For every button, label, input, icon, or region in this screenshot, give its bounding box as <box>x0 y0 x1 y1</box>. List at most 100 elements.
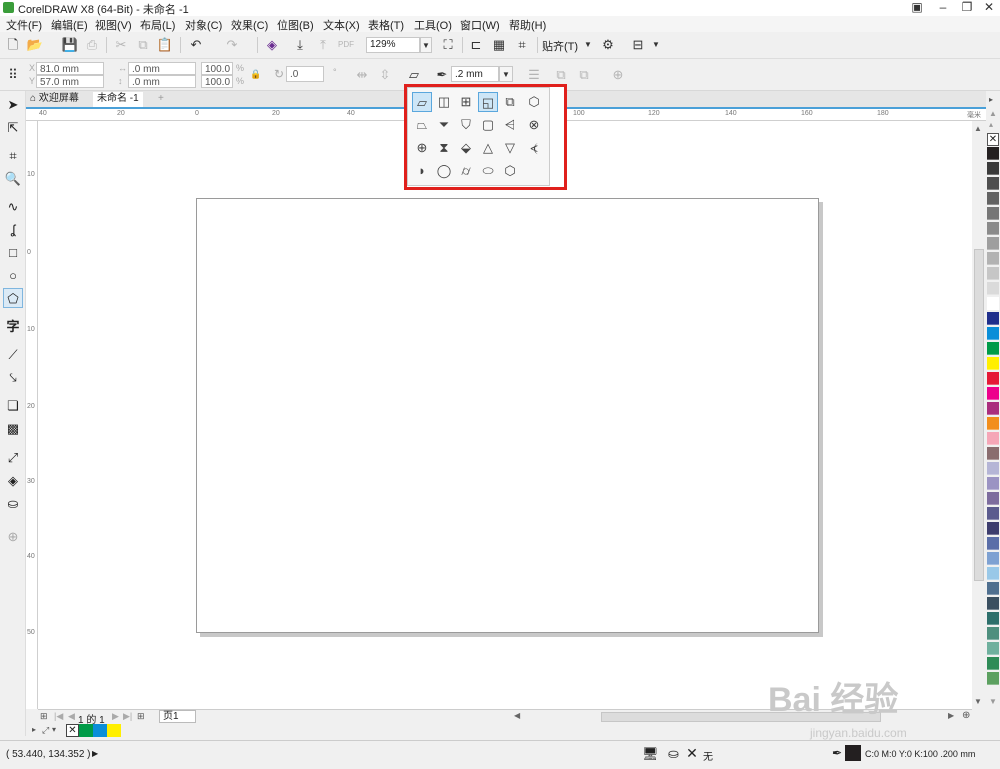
pick-tool-icon[interactable]: ➤ <box>3 95 23 115</box>
options-gear-icon[interactable]: ⚙ <box>598 35 618 55</box>
new-tab-plus-icon[interactable]: + <box>154 92 168 107</box>
color-swatch[interactable] <box>987 402 999 415</box>
first-page-icon[interactable]: |◀ <box>54 711 63 722</box>
freehand-tool-icon[interactable]: ∿ <box>3 197 23 217</box>
menu-file[interactable]: 文件(F) <box>4 17 44 33</box>
color-swatch[interactable] <box>987 477 999 490</box>
menu-effects[interactable]: 效果(C) <box>229 17 270 33</box>
application-launcher-icon[interactable]: ⊟ <box>628 35 648 55</box>
trapezoid-shape-icon[interactable]: ⏷ <box>434 115 454 135</box>
no-color-swatch-icon[interactable]: ✕ <box>66 724 79 737</box>
color-swatch[interactable] <box>987 372 999 385</box>
new-document-icon[interactable]: 🗋 <box>3 35 23 55</box>
color-swatch[interactable] <box>987 387 999 400</box>
palette-scroll-down-icon[interactable]: ▼ <box>989 697 997 706</box>
save-icon[interactable]: 💾 <box>60 35 80 55</box>
color-swatch[interactable] <box>987 267 999 280</box>
scroll-left-icon[interactable]: ◀ <box>514 711 520 720</box>
color-swatch[interactable] <box>987 447 999 460</box>
scale-y-field[interactable]: 100.0 <box>201 75 233 88</box>
document-color-swatch[interactable] <box>93 724 107 737</box>
vertical-scrollbar[interactable]: ▲ ▼ <box>972 121 986 709</box>
palette-scroll-right-icon[interactable]: ▸ <box>989 95 993 104</box>
menu-tools[interactable]: 工具(O) <box>412 17 454 33</box>
color-swatch[interactable] <box>987 657 999 670</box>
document-palette-menu-icon[interactable]: ▸ <box>32 725 36 734</box>
drop-shadow-tool-icon[interactable]: ❏ <box>3 396 23 416</box>
cut-icon[interactable]: ✂ <box>111 35 131 55</box>
color-swatch[interactable] <box>987 597 999 610</box>
shield-shape-icon[interactable]: ⛉ <box>456 115 476 135</box>
width-field[interactable]: .0 mm <box>128 62 196 75</box>
menu-help[interactable]: 帮助(H) <box>507 17 548 33</box>
artistic-media-tool-icon[interactable]: ʆ <box>3 220 23 240</box>
crop-tool-icon[interactable]: ⌗ <box>3 146 23 166</box>
color-swatch[interactable] <box>987 147 999 160</box>
teardrop-shape-icon[interactable]: ◯ <box>434 161 454 181</box>
color-swatch[interactable] <box>987 357 999 370</box>
restore-icon[interactable]: ❐ <box>956 0 978 16</box>
full-screen-icon[interactable]: ⛶ <box>438 35 458 55</box>
to-front-icon[interactable]: ⧉ <box>551 65 571 85</box>
add-page-before-icon[interactable]: ⊞ <box>40 711 48 722</box>
smart-fill-tool-icon[interactable]: ⛀ <box>3 494 23 514</box>
zoom-level-field[interactable]: 129% <box>366 37 420 53</box>
trapezoid-left-shape-icon[interactable]: ⏢ <box>412 115 432 135</box>
previous-page-icon[interactable]: ◀ <box>68 711 75 722</box>
paste-icon[interactable]: 📋 <box>155 35 175 55</box>
color-swatch[interactable] <box>987 432 999 445</box>
outline-width-field[interactable]: .2 mm <box>451 66 499 82</box>
zoom-navigator-icon[interactable]: ⊕ <box>962 710 970 721</box>
rectangle-tool-icon[interactable]: □ <box>3 243 23 263</box>
parallelogram-shape-icon[interactable]: ▱ <box>412 92 432 112</box>
rectangle-bars-shape-icon[interactable]: ◫ <box>434 92 454 112</box>
zoom-tool-icon[interactable]: 🔍 <box>3 169 23 189</box>
to-back-icon[interactable]: ⧉ <box>574 65 594 85</box>
x-position-field[interactable]: 81.0 mm <box>36 62 104 75</box>
cylinder-shape-icon[interactable]: ⌭ <box>456 161 476 181</box>
chevron-down-icon[interactable]: ▼ <box>578 35 598 55</box>
height-field[interactable]: .0 mm <box>128 75 196 88</box>
undo-icon[interactable]: ↶ <box>186 35 206 55</box>
show-rulers-icon[interactable]: ⊏ <box>466 35 486 55</box>
color-swatch[interactable] <box>987 537 999 550</box>
hexagon-shape-icon[interactable]: ⬡ <box>500 161 520 181</box>
add-tool-icon[interactable]: ⊕ <box>3 527 23 547</box>
close-icon[interactable]: ✕ <box>978 0 1000 16</box>
menu-layout[interactable]: 布局(L) <box>138 17 177 33</box>
eyedropper-tool-icon[interactable]: ⤢ <box>3 448 23 468</box>
banner-shape-icon[interactable]: ⩤ <box>500 115 520 135</box>
scroll-right-icon[interactable]: ▶ <box>948 711 954 720</box>
zoom-dropdown-icon[interactable]: ▼ <box>420 37 432 53</box>
interactive-fill-tool-icon[interactable]: ◈ <box>3 471 23 491</box>
show-grid-icon[interactable]: ▦ <box>489 35 509 55</box>
text-tool-icon[interactable]: 字 <box>3 317 23 337</box>
color-swatch[interactable] <box>987 582 999 595</box>
shape-tool-icon[interactable]: ⇱ <box>3 118 23 138</box>
redo-icon[interactable]: ↷ <box>222 35 242 55</box>
angle-field[interactable]: .0 <box>286 66 324 82</box>
hourglass-shape-icon[interactable]: ⧗ <box>434 138 454 158</box>
color-swatch[interactable] <box>987 237 999 250</box>
color-swatch[interactable] <box>987 642 999 655</box>
account-icon[interactable]: ▣ <box>906 0 928 16</box>
color-swatch[interactable] <box>987 567 999 580</box>
color-swatch[interactable] <box>987 507 999 520</box>
color-swatch[interactable] <box>987 492 999 505</box>
rounded-square-shape-icon[interactable]: ▢ <box>478 115 498 135</box>
add-page-after-icon[interactable]: ⊞ <box>137 711 145 722</box>
page-tab-1[interactable]: 页1 <box>159 710 196 723</box>
import-icon[interactable]: ⤓ <box>290 35 310 55</box>
lock-ratio-icon[interactable]: 🔒 <box>250 69 261 80</box>
cube-shape-icon[interactable]: ⧉ <box>500 92 520 112</box>
menu-table[interactable]: 表格(T) <box>366 17 406 33</box>
menu-view[interactable]: 视图(V) <box>93 17 134 33</box>
frame-shape-icon[interactable]: ⊞ <box>456 92 476 112</box>
menu-text[interactable]: 文本(X) <box>321 17 362 33</box>
document-color-swatch[interactable] <box>79 724 93 737</box>
chevron-down-icon[interactable]: ▼ <box>646 35 666 55</box>
color-swatch[interactable] <box>987 552 999 565</box>
color-swatch[interactable] <box>987 162 999 175</box>
publish-pdf-icon[interactable]: PDF <box>336 35 356 55</box>
y-position-field[interactable]: 57.0 mm <box>36 75 104 88</box>
